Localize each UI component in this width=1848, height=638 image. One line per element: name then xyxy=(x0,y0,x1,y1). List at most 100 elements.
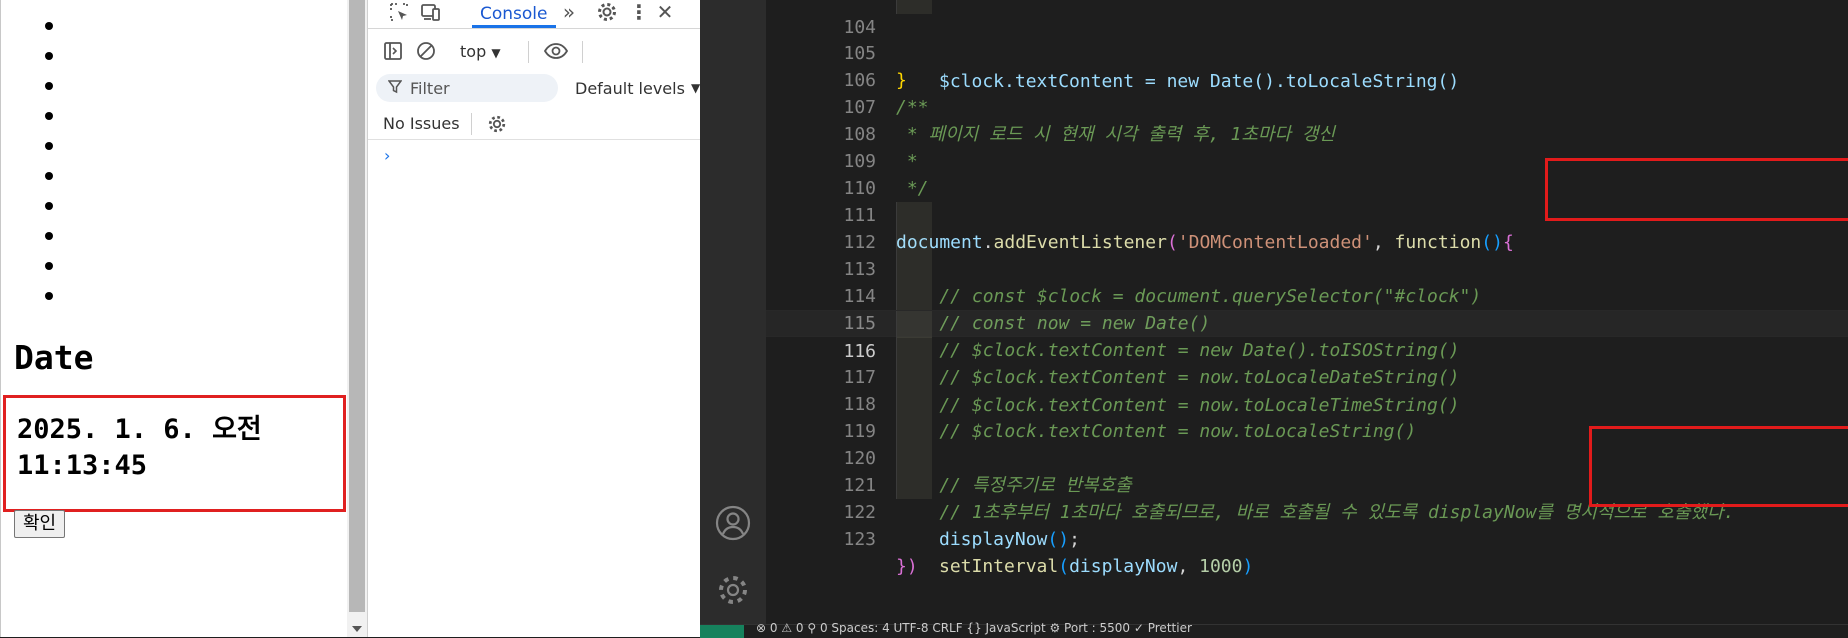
devtools-panel: Console » ⋮ ✕ top ▼ Filter Default level… xyxy=(367,0,701,637)
manage-gear-icon[interactable] xyxy=(715,572,751,612)
settings-icon[interactable] xyxy=(594,0,620,24)
indent-guide xyxy=(896,391,932,418)
devtools-toolbar: Console » ⋮ ✕ xyxy=(368,0,701,29)
issues-row: No Issues xyxy=(368,109,701,140)
dropdown-icon: ▼ xyxy=(690,81,701,95)
bullet-list xyxy=(45,10,53,300)
list-item xyxy=(45,202,53,210)
code-line: 105 } xyxy=(766,13,1848,91)
console-toolbar: top ▼ xyxy=(368,37,701,67)
code-token: displayNow xyxy=(1069,556,1178,577)
indent-guide xyxy=(896,0,932,14)
indent-guide xyxy=(896,472,932,499)
code-line: 108 * xyxy=(766,94,1848,172)
code-line: 111 document.addEventListener('DOMConten… xyxy=(766,175,1848,253)
kebab-menu-icon[interactable]: ⋮ xyxy=(626,0,652,24)
filter-row: Filter Default levels ▼ xyxy=(368,74,701,102)
list-item xyxy=(45,142,53,150)
confirm-button[interactable]: 확인 xyxy=(14,510,66,538)
code-text: }) xyxy=(896,556,918,577)
indent-guide xyxy=(896,445,932,472)
settings-icon[interactable] xyxy=(484,112,510,136)
code-line: 112 // const $clock = document.querySele… xyxy=(766,202,1848,307)
code-token: ; xyxy=(1069,529,1080,550)
indent-guide xyxy=(896,256,932,283)
code-text: displayNow(); xyxy=(939,526,1080,553)
list-item xyxy=(45,262,53,270)
divider xyxy=(471,113,472,135)
indent-guide xyxy=(896,337,932,364)
device-toolbar-icon[interactable] xyxy=(418,0,444,24)
account-icon[interactable] xyxy=(715,505,751,545)
divider xyxy=(582,41,583,63)
indent-guide xyxy=(896,202,932,229)
status-bar: ⊗ 0 ⚠ 0 ⚲ 0 Spaces: 4 UTF-8 CRLF {} Java… xyxy=(700,621,1848,638)
code-editor: 104 $clock.textContent = new Date().toLo… xyxy=(700,0,1848,638)
indent-guide xyxy=(896,418,932,445)
context-selector[interactable]: top ▼ xyxy=(460,42,501,61)
code-line: 120 // 1초후부터 1초마다 호출되므로, 바로 호출될 수 있도록 di… xyxy=(766,418,1848,523)
indent-guide xyxy=(896,283,932,310)
clock-highlight-box: 2025. 1. 6. 오전 11:13:45 xyxy=(3,395,346,512)
issues-label[interactable]: No Issues xyxy=(383,114,460,133)
activity-bar xyxy=(700,0,766,624)
clock-display: 2025. 1. 6. 오전 11:13:45 xyxy=(17,414,262,481)
inspect-icon[interactable] xyxy=(386,0,412,24)
eye-icon[interactable] xyxy=(543,39,569,63)
sidebar-toggle-icon[interactable] xyxy=(380,39,406,63)
indent-guide xyxy=(896,229,932,256)
list-item xyxy=(45,292,53,300)
filter-input[interactable]: Filter xyxy=(376,74,558,102)
more-tabs-icon[interactable]: » xyxy=(556,0,582,24)
line-number: 123 xyxy=(843,529,876,550)
code-token: displayNow xyxy=(939,529,1048,550)
code-token: () xyxy=(1047,529,1070,550)
code-line: 122 setInterval(displayNow, 1000) xyxy=(766,472,1848,577)
context-label: top xyxy=(460,42,487,61)
code-token: ) xyxy=(1242,556,1254,577)
filter-icon xyxy=(387,79,403,98)
code-line: 109 */ xyxy=(766,121,1848,199)
code-line: 117 // $clock.textContent = now.toLocale… xyxy=(766,337,1848,442)
list-item xyxy=(45,22,53,30)
console-prompt[interactable]: › xyxy=(384,146,390,165)
clear-console-icon[interactable] xyxy=(413,39,439,63)
code-line: 104 $clock.textContent = new Date().toLo… xyxy=(766,0,1848,92)
code-line: 119 // 특정주기로 반복호출 xyxy=(766,391,1848,496)
tab-console[interactable]: Console xyxy=(472,0,556,28)
scrollbar-thumb[interactable] xyxy=(349,0,365,612)
status-text: ⊗ 0 ⚠ 0 ⚲ 0 Spaces: 4 UTF-8 CRLF {} Java… xyxy=(756,621,1192,635)
code-token: , xyxy=(1177,556,1200,577)
page-scrollbar[interactable] xyxy=(347,0,367,637)
scroll-down-arrow-icon[interactable] xyxy=(352,626,362,632)
code-line: 110 xyxy=(766,148,1848,199)
log-levels-label: Default levels xyxy=(575,78,685,98)
list-item xyxy=(45,52,53,60)
code-area[interactable]: 104 $clock.textContent = new Date().toLo… xyxy=(766,0,1848,624)
code-line: 107 * 페이지 로드 시 현재 시각 출력 후, 1초마다 갱신 xyxy=(766,67,1848,145)
code-line: 114 // $clock.textContent = new Date().t… xyxy=(766,256,1848,361)
code-line-current: 116 // $clock.textContent = now.toLocale… xyxy=(766,310,1848,416)
close-icon[interactable]: ✕ xyxy=(652,0,678,24)
remote-indicator[interactable] xyxy=(700,625,744,638)
code-line: 123 }) xyxy=(766,499,1848,577)
code-text: setInterval(displayNow, 1000) xyxy=(939,553,1253,580)
list-item xyxy=(45,82,53,90)
code-line: 106 /** xyxy=(766,40,1848,118)
list-item xyxy=(45,112,53,120)
list-item xyxy=(45,232,53,240)
dropdown-icon: ▼ xyxy=(491,46,501,60)
code-token: ( xyxy=(1058,556,1070,577)
code-token: setInterval xyxy=(939,556,1059,577)
browser-page: Date 2025. 1. 6. 오전 11:13:45 확인 xyxy=(0,0,347,637)
list-item xyxy=(45,172,53,180)
divider xyxy=(528,41,529,63)
log-levels-dropdown[interactable]: Default levels ▼ xyxy=(575,74,700,102)
indent-guide xyxy=(896,311,932,338)
code-line: 118 xyxy=(766,364,1848,415)
filter-placeholder: Filter xyxy=(410,78,450,98)
code-token: 1000 xyxy=(1199,556,1243,577)
indent-guide xyxy=(896,364,932,391)
code-line: 113 // const now = new Date() xyxy=(766,229,1848,334)
date-heading: Date xyxy=(14,338,94,377)
